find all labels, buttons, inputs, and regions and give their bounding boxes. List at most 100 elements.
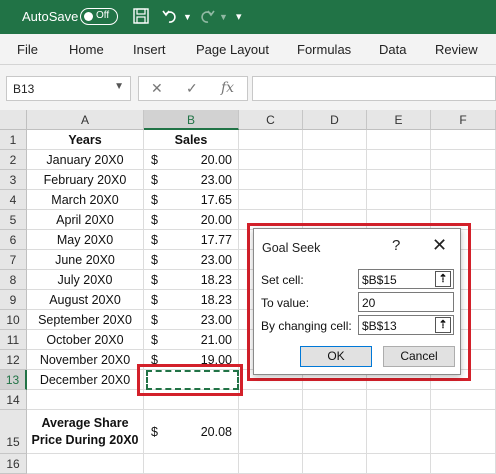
cell-empty[interactable] [431,150,496,170]
redo-icon[interactable] [198,7,216,31]
row-header[interactable]: 9 [0,290,27,310]
cell-empty[interactable] [239,390,303,410]
cell-b2[interactable]: $20.00 [144,150,239,170]
cell-empty[interactable] [367,190,431,210]
cell-empty[interactable] [239,130,303,150]
row-header[interactable]: 5 [0,210,27,230]
cell-b15[interactable]: $20.08 [144,410,239,454]
cell-empty[interactable] [367,150,431,170]
cell-b4[interactable]: $17.65 [144,190,239,210]
cell-empty[interactable] [303,454,367,474]
cell-empty[interactable] [431,170,496,190]
cell-empty[interactable] [367,390,431,410]
cell-empty[interactable] [431,190,496,210]
select-all-corner[interactable] [0,110,27,130]
cell-empty[interactable] [303,130,367,150]
cell-empty[interactable] [239,170,303,190]
tab-file[interactable]: File [17,42,38,57]
row-header[interactable]: 8 [0,270,27,290]
customize-qat-icon[interactable]: ▾ [236,7,242,27]
column-header-f[interactable]: F [431,110,496,130]
cell-empty[interactable] [303,170,367,190]
cell-a7[interactable]: June 20X0 [27,250,144,270]
to-value-field[interactable]: 20 [358,292,454,312]
cell-b16[interactable] [144,454,239,474]
cell-empty[interactable] [239,410,303,454]
changing-cell-field[interactable]: $B$13 ⇡ [358,315,454,335]
tab-review[interactable]: Review [435,42,478,57]
cell-empty[interactable] [367,410,431,454]
help-icon[interactable]: ? [392,237,400,254]
cell-b8[interactable]: $18.23 [144,270,239,290]
column-header-e[interactable]: E [367,110,431,130]
cell-b9[interactable]: $18.23 [144,290,239,310]
cell-a16[interactable] [27,454,144,474]
row-header[interactable]: 4 [0,190,27,210]
column-header-c[interactable]: C [239,110,303,130]
row-header[interactable]: 15 [0,410,27,454]
tab-insert[interactable]: Insert [133,42,166,57]
formula-input[interactable] [252,76,496,101]
cell-empty[interactable] [303,150,367,170]
cell-empty[interactable] [431,410,496,454]
cell-a15[interactable]: Average Share Price During 20X0 [27,410,144,454]
cancel-icon[interactable]: ✕ [151,80,163,97]
cell-empty[interactable] [303,190,367,210]
tab-page-layout[interactable]: Page Layout [196,42,269,57]
row-header[interactable]: 13 [0,370,27,390]
cell-empty[interactable] [431,130,496,150]
cell-empty[interactable] [431,454,496,474]
row-header[interactable]: 3 [0,170,27,190]
cell-empty[interactable] [367,130,431,150]
row-header[interactable]: 12 [0,350,27,370]
row-header[interactable]: 11 [0,330,27,350]
tab-data[interactable]: Data [379,42,406,57]
close-icon[interactable]: ✕ [432,235,447,256]
cell-a3[interactable]: February 20X0 [27,170,144,190]
row-header[interactable]: 2 [0,150,27,170]
ok-button[interactable]: OK [300,346,372,367]
name-box[interactable]: B13 ▼ [6,76,131,101]
cell-b5[interactable]: $20.00 [144,210,239,230]
undo-icon[interactable] [161,7,179,31]
autosave-toggle[interactable]: Off [80,8,118,25]
cell-a6[interactable]: May 20X0 [27,230,144,250]
row-header[interactable]: 14 [0,390,27,410]
cell-a9[interactable]: August 20X0 [27,290,144,310]
cell-empty[interactable] [239,150,303,170]
tab-home[interactable]: Home [69,42,104,57]
save-icon[interactable] [132,7,150,31]
cell-b7[interactable]: $23.00 [144,250,239,270]
cell-b3[interactable]: $23.00 [144,170,239,190]
column-header-a[interactable]: A [27,110,144,130]
cell-a4[interactable]: March 20X0 [27,190,144,210]
cell-b6[interactable]: $17.77 [144,230,239,250]
collapse-dialog-icon[interactable]: ⇡ [435,271,451,287]
column-header-b[interactable]: B [144,110,239,130]
cell-empty[interactable] [239,190,303,210]
cell-a10[interactable]: September 20X0 [27,310,144,330]
cell-a5[interactable]: April 20X0 [27,210,144,230]
cell-empty[interactable] [303,390,367,410]
enter-icon[interactable]: ✓ [186,80,198,97]
cell-empty[interactable] [431,390,496,410]
cell-empty[interactable] [367,170,431,190]
cell-a8[interactable]: July 20X0 [27,270,144,290]
cell-a11[interactable]: October 20X0 [27,330,144,350]
row-header[interactable]: 6 [0,230,27,250]
row-header[interactable]: 10 [0,310,27,330]
cell-empty[interactable] [239,454,303,474]
cell-b11[interactable]: $21.00 [144,330,239,350]
row-header[interactable]: 7 [0,250,27,270]
collapse-dialog-icon[interactable]: ⇡ [435,317,451,333]
name-box-dropdown-icon[interactable]: ▼ [114,81,124,92]
row-header[interactable]: 1 [0,130,27,150]
cell-empty[interactable] [303,410,367,454]
insert-function-icon[interactable]: fx [221,80,234,96]
cell-a2[interactable]: January 20X0 [27,150,144,170]
column-header-d[interactable]: D [303,110,367,130]
set-cell-field[interactable]: $B$15 ⇡ [358,269,454,289]
tab-formulas[interactable]: Formulas [297,42,351,57]
cell-a1[interactable]: Years [27,130,144,150]
cell-a12[interactable]: November 20X0 [27,350,144,370]
